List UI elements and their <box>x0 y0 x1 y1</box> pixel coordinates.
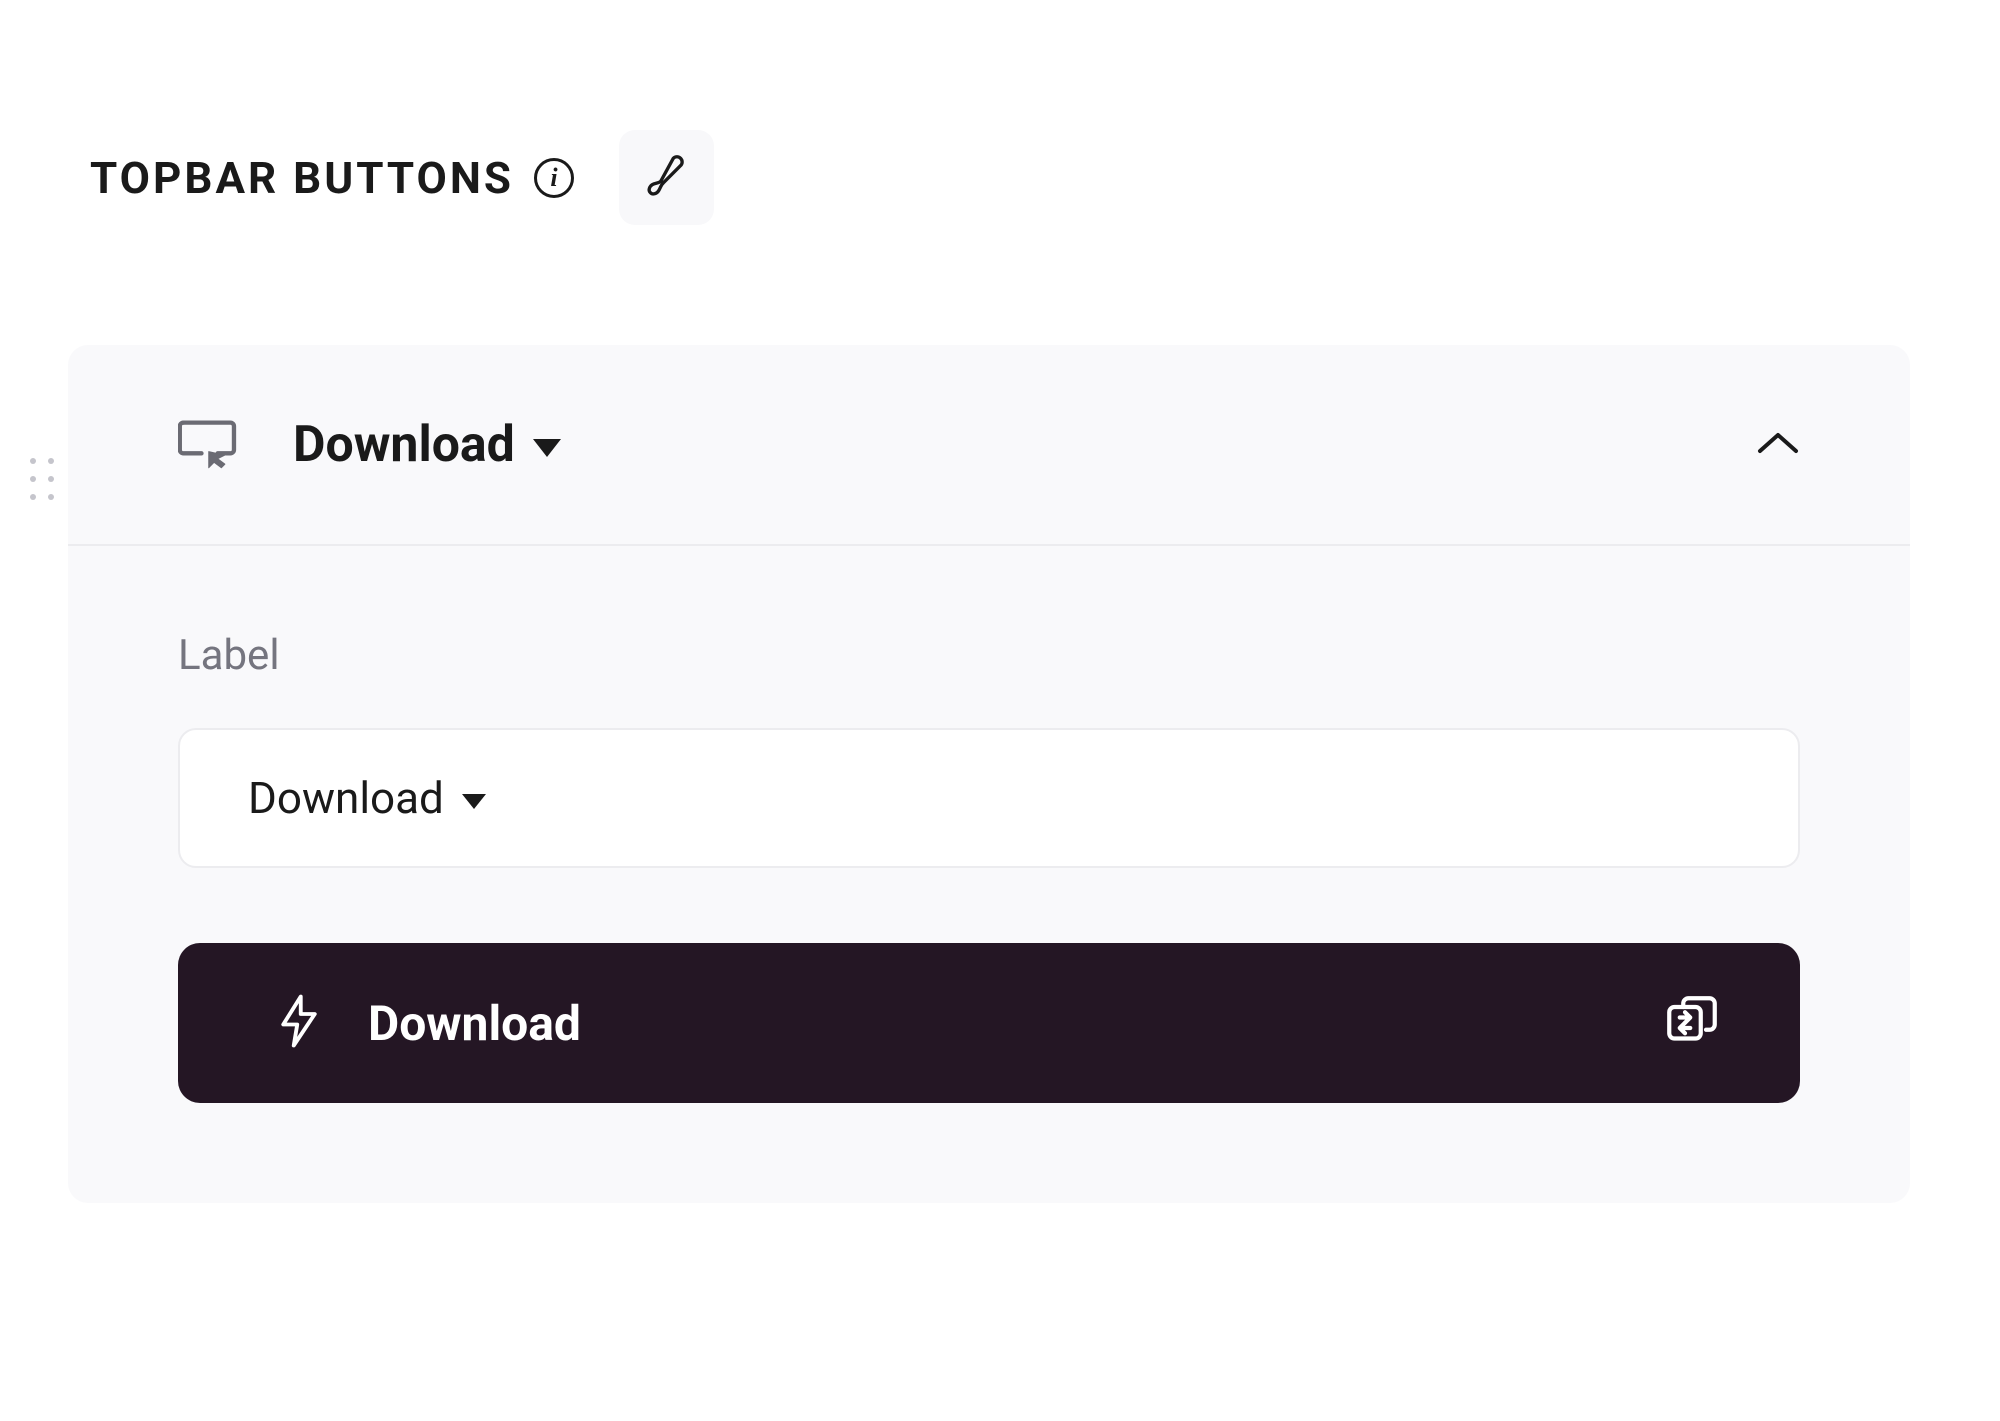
label-input-value: Download <box>248 772 444 824</box>
screen-cursor-icon <box>178 415 243 474</box>
action-button[interactable]: Download <box>178 943 1800 1103</box>
label-input[interactable]: Download <box>178 728 1800 868</box>
chevron-up-icon <box>1756 429 1800 461</box>
label-field-title: Label <box>178 631 1800 680</box>
section-title: TOPBAR BUTTONS <box>90 152 514 204</box>
button-config-panel: Download Label Download <box>68 345 1910 1203</box>
panel-title-group: Download <box>293 416 1706 474</box>
drag-handle[interactable] <box>30 458 60 500</box>
lightning-icon <box>278 993 320 1053</box>
brush-button[interactable] <box>619 130 714 225</box>
panel-title: Download <box>293 416 515 474</box>
info-icon[interactable]: i <box>534 158 574 198</box>
panel-body: Label Download Download <box>68 546 1910 1203</box>
panel-header[interactable]: Download <box>68 345 1910 546</box>
brush-icon <box>641 151 691 205</box>
action-button-label: Download <box>368 995 581 1052</box>
caret-down-icon <box>533 439 561 457</box>
section-header: TOPBAR BUTTONS i <box>90 130 1910 225</box>
swap-icon[interactable] <box>1664 993 1720 1053</box>
caret-down-icon <box>462 794 486 809</box>
